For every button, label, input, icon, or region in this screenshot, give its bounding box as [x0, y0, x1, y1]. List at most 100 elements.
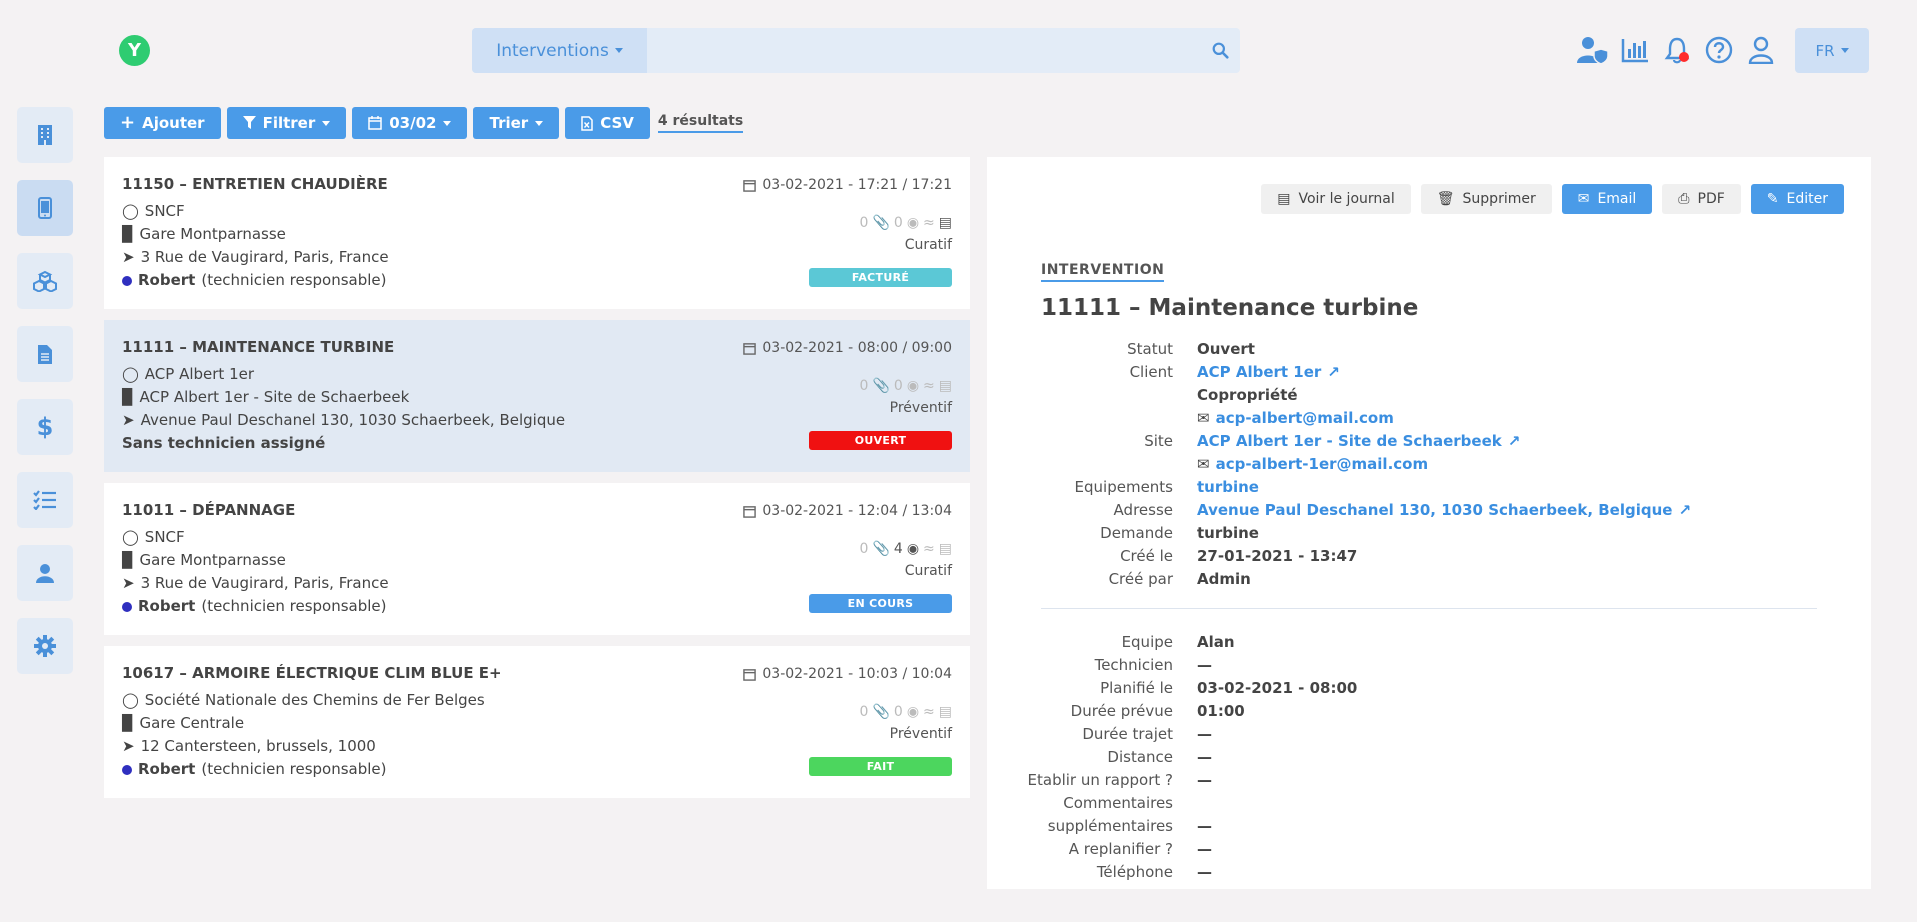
csv-export-button[interactable]: CSV [565, 107, 650, 139]
sidebar-item-documents[interactable] [17, 326, 73, 382]
report-icon: ▤ [938, 378, 952, 394]
detail-fields: Statut Ouvert Client ACP Albert 1er ↗ Copro… [987, 337, 1871, 590]
paperclip-icon: 📎 [872, 378, 890, 394]
card-tech-name: Robert [138, 597, 196, 615]
detail-actions: ▤ Voir le journal 🗑 Supprimer ✉ Email ⎙ … [1261, 184, 1844, 214]
field-comments: — [1197, 816, 1212, 835]
card-date-text: 03-02-2021 - 10:03 / 10:04 [762, 666, 952, 682]
intervention-card[interactable]: 10617 – ARMOIRE ÉLECTRIQUE CLIM BLUE E+ … [104, 646, 970, 798]
card-date: 03-02-2021 - 12:04 / 13:04 [743, 503, 952, 519]
file-excel-icon [581, 115, 593, 131]
section-label: INTERVENTION [1041, 262, 1165, 282]
intervention-card[interactable]: 11111 – MAINTENANCE TURBINE 03-02-2021 -… [104, 320, 970, 472]
card-type: Préventif [889, 400, 952, 416]
sidebar-item-users[interactable] [17, 545, 73, 601]
date-filter-button[interactable]: 03/02 [352, 107, 468, 139]
status-badge: EN COURS [809, 594, 952, 613]
journal-icon: ▤ [1277, 191, 1291, 207]
card-client: SNCF [144, 202, 185, 220]
sidebar-item-finance[interactable]: $ [17, 399, 73, 455]
card-title: 11111 – MAINTENANCE TURBINE [122, 338, 395, 356]
card-client: Société Nationale des Chemins de Fer Bel… [144, 691, 485, 709]
pdf-button[interactable]: ⎙ PDF [1662, 184, 1741, 214]
envelope-icon: ✉ [1577, 191, 1590, 207]
csv-label: CSV [600, 114, 634, 132]
delete-label: Supprimer [1462, 191, 1536, 207]
report-icon: ▤ [938, 215, 952, 231]
external-link-icon: ↗ [1327, 362, 1340, 381]
sidebar-item-buildings[interactable] [17, 107, 73, 163]
sort-button[interactable]: Trier [473, 107, 560, 139]
language-select[interactable]: FR [1795, 28, 1869, 73]
card-title: 11150 – ENTRETIEN CHAUDIÈRE [122, 175, 388, 193]
help-icon[interactable] [1698, 30, 1740, 70]
card-type: Préventif [889, 726, 952, 742]
sort-label: Trier [489, 114, 529, 132]
field-report: — [1197, 770, 1212, 789]
user-shield-icon[interactable] [1572, 30, 1614, 70]
gear-icon [34, 635, 56, 657]
app-logo[interactable]: Y [119, 35, 150, 66]
delete-button[interactable]: 🗑 Supprimer [1420, 184, 1552, 214]
equipment-link[interactable]: turbine [1197, 478, 1259, 496]
client-link-text: ACP Albert 1er [1197, 362, 1322, 381]
paperclip-icon: 📎 [872, 541, 890, 557]
chevron-down-icon [535, 120, 544, 126]
card-tech-name: Robert [138, 760, 196, 778]
card-site: Gare Montparnasse [139, 225, 286, 243]
mobile-icon [38, 197, 52, 219]
add-button[interactable]: + Ajouter [104, 107, 221, 139]
pdf-label: PDF [1697, 191, 1725, 207]
tech-status-dot [122, 601, 132, 612]
sidebar-item-tasks[interactable] [17, 472, 73, 528]
location-arrow-icon: ➤ [122, 737, 135, 755]
intervention-card[interactable]: 11150 – ENTRETIEN CHAUDIÈRE 03-02-2021 -… [104, 157, 970, 309]
field-client-type: Copropriété [1197, 385, 1298, 404]
site-link[interactable]: ACP Albert 1er - Site de Schaerbeek ↗ [1197, 432, 1520, 450]
intervention-card[interactable]: 11011 – DÉPANNAGE 03-02-2021 - 12:04 / 1… [104, 483, 970, 635]
chevron-down-icon [443, 120, 452, 126]
attachments-count: 0 [859, 704, 869, 720]
field-label: Créé le [1120, 546, 1173, 565]
paperclip-icon: 📎 [872, 215, 890, 231]
view-journal-button[interactable]: ▤ Voir le journal [1261, 184, 1411, 214]
sidebar-item-settings[interactable] [17, 618, 73, 674]
print-icon: ⎙ [1678, 191, 1690, 207]
signature-icon: ≈ [923, 541, 935, 557]
location-arrow-icon: ➤ [122, 574, 135, 592]
card-type: Curatif [904, 563, 952, 579]
chart-bar-icon[interactable] [1614, 30, 1656, 70]
filter-button[interactable]: Filtrer [226, 107, 347, 139]
add-label: Ajouter [142, 114, 205, 132]
address-link[interactable]: Avenue Paul Deschanel 130, 1030 Schaerbe… [1197, 501, 1691, 519]
card-type: Curatif [904, 237, 952, 253]
email-label: Email [1597, 191, 1637, 207]
bell-icon[interactable] [1656, 30, 1698, 70]
file-icon [38, 344, 52, 364]
detail-title: 11111 – Maintenance turbine [1041, 295, 1419, 321]
client-link[interactable]: ACP Albert 1er ↗ [1197, 363, 1340, 381]
search-input[interactable] [647, 28, 1200, 73]
search-icon[interactable] [1200, 28, 1240, 73]
sidebar-item-equipment[interactable] [17, 253, 73, 309]
card-date: 03-02-2021 - 17:21 / 17:21 [743, 177, 952, 193]
building-icon: ▉ [122, 551, 134, 569]
site-email-text: acp-albert-1er@mail.com [1215, 454, 1429, 473]
edit-button[interactable]: ✎ Editer [1750, 184, 1844, 214]
card-date: 03-02-2021 - 08:00 / 09:00 [743, 340, 952, 356]
filter-label: Filtrer [262, 114, 316, 132]
building-icon: ▉ [122, 714, 134, 732]
search-module-select[interactable]: Interventions [472, 28, 647, 73]
card-client: ACP Albert 1er [144, 365, 255, 383]
user-icon[interactable] [1740, 30, 1782, 70]
email-button[interactable]: ✉ Email [1561, 184, 1653, 214]
checklist-icon [33, 490, 56, 510]
sidebar-item-interventions[interactable] [17, 180, 73, 236]
calendar-icon [368, 116, 382, 130]
field-label: A replanifier ? [1068, 839, 1173, 858]
field-label: Durée prévue [1070, 701, 1173, 720]
client-email-link[interactable]: ✉ acp-albert@mail.com [1197, 409, 1394, 427]
site-email-link[interactable]: ✉ acp-albert-1er@mail.com [1197, 455, 1428, 473]
calendar-icon [743, 179, 757, 192]
photos-count: 0 [893, 215, 903, 231]
